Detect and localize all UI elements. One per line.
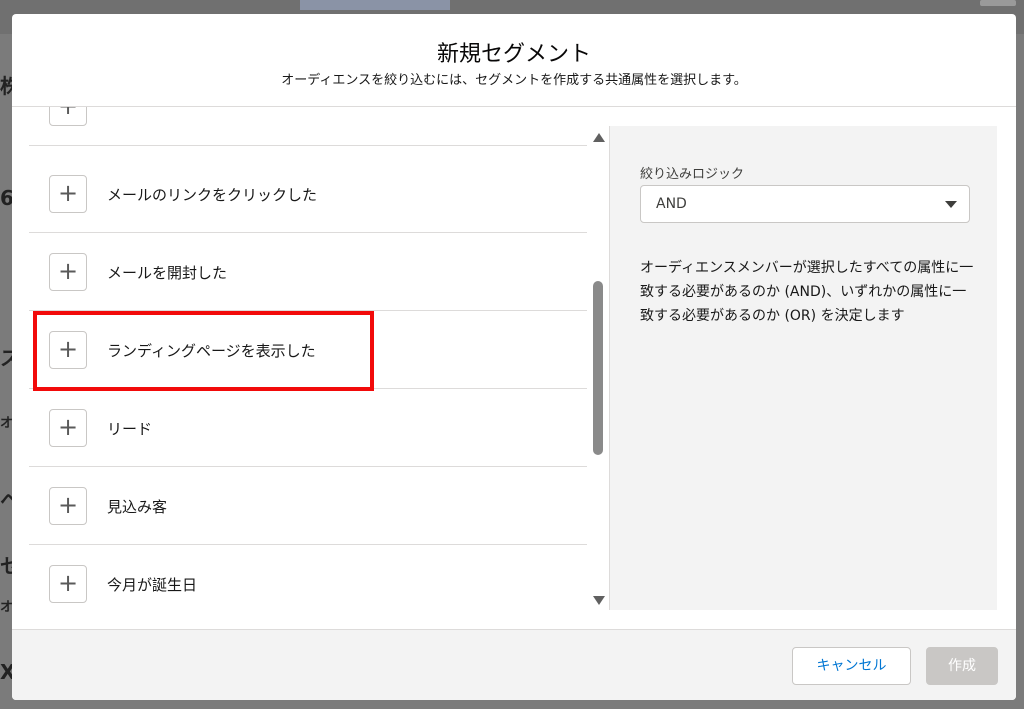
list-item: + 見込み客 <box>29 467 587 545</box>
modal-title: 新規セグメント <box>436 42 591 67</box>
attribute-label: 今月が誕生日 <box>107 576 198 594</box>
scroll-down-arrow-icon[interactable] <box>593 596 605 605</box>
modal-subtitle: オーディエンスを絞り込むには、セグメントを作成する共通属性を選択します。 <box>281 73 747 88</box>
caret-down-icon <box>945 201 957 208</box>
background-tab <box>300 0 450 10</box>
scrollbar-thumb[interactable] <box>593 281 603 455</box>
list-item: + メールを開封した <box>29 233 587 311</box>
attribute-label: リード <box>107 420 153 438</box>
add-attribute-button[interactable]: + <box>49 175 87 213</box>
list-item: + 今月が誕生日 <box>29 545 587 607</box>
filter-logic-description: オーディエンスメンバーが選択したすべての属性に一致する必要があるのか (AND)… <box>640 260 974 324</box>
add-attribute-button[interactable]: + <box>49 565 87 603</box>
create-button[interactable]: 作成 <box>926 647 998 685</box>
modal-footer: キャンセル 作成 <box>12 629 1016 700</box>
filter-logic-select[interactable]: AND <box>640 185 970 223</box>
modal-body: + + メールのリンクをクリックした + メールを開封した + ランディングペー… <box>12 107 1016 629</box>
new-segment-modal: 新規セグメント オーディエンスを絞り込むには、セグメントを作成する共通属性を選択… <box>12 14 1016 700</box>
list-item: + <box>29 107 587 146</box>
list-item: + リード <box>29 389 587 467</box>
add-attribute-button[interactable]: + <box>49 253 87 291</box>
filter-logic-value: AND <box>656 196 687 212</box>
cancel-button[interactable]: キャンセル <box>792 647 911 685</box>
list-scrollbar[interactable] <box>590 133 606 605</box>
list-item: + メールのリンクをクリックした <box>29 155 587 233</box>
background-chip <box>980 0 1016 6</box>
add-attribute-button[interactable]: + <box>49 107 87 126</box>
modal-header: 新規セグメント オーディエンスを絞り込むには、セグメントを作成する共通属性を選択… <box>12 14 1016 107</box>
attribute-label: 見込み客 <box>107 498 168 516</box>
highlight-annotation-box <box>33 311 374 391</box>
add-attribute-button[interactable]: + <box>49 487 87 525</box>
scroll-up-arrow-icon[interactable] <box>593 133 605 142</box>
attribute-label: メールを開封した <box>107 264 228 282</box>
filter-logic-panel: 絞り込みロジック AND オーディエンスメンバーが選択したすべての属性に一致する… <box>609 126 997 610</box>
filter-logic-label: 絞り込みロジック <box>640 167 745 182</box>
add-attribute-button[interactable]: + <box>49 409 87 447</box>
attribute-label: メールのリンクをクリックした <box>107 186 318 204</box>
